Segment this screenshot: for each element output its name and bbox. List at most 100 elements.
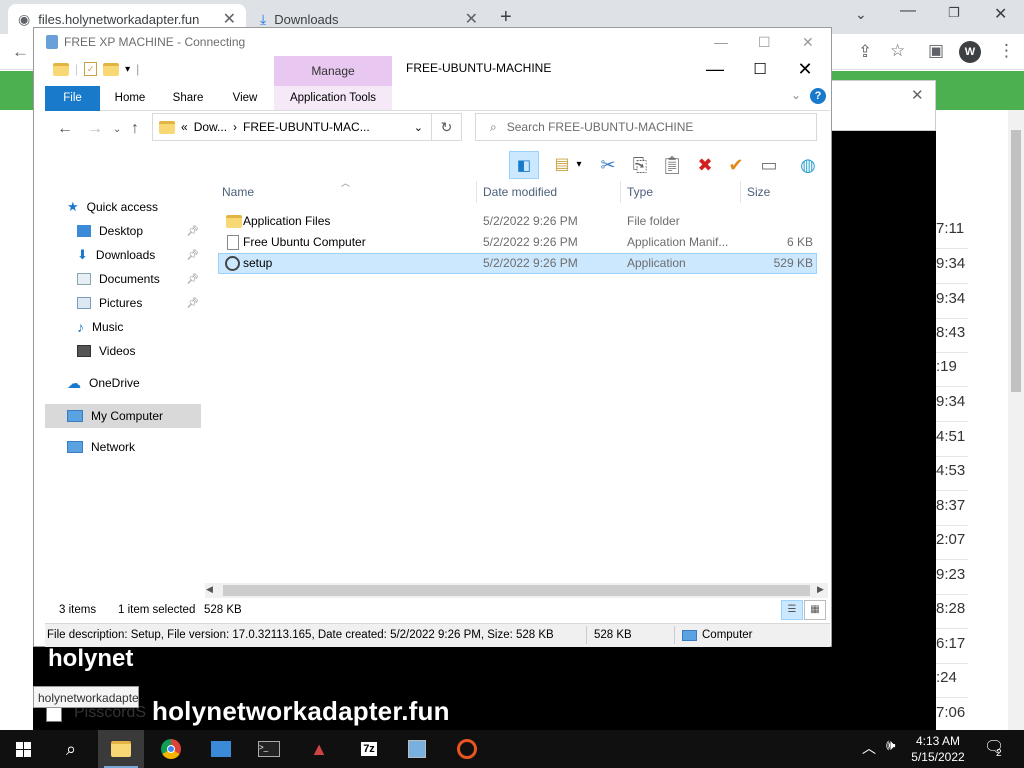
up-arrow-icon[interactable]: ↑ (131, 120, 139, 138)
nav-desktop[interactable]: Desktop 📌︎ (77, 220, 199, 242)
brand-small: holynet (48, 645, 134, 672)
paste-icon[interactable]: 📋︎ (657, 151, 687, 179)
minimize-icon[interactable]: — (900, 2, 916, 20)
forward-arrow-icon[interactable]: → (87, 120, 103, 138)
nav-pictures[interactable]: Pictures 📌︎ (77, 292, 199, 314)
ubuntu-icon[interactable] (444, 730, 490, 768)
preview-pane-icon[interactable]: ◧ (509, 151, 539, 179)
app-taskbar-icon[interactable] (394, 730, 440, 768)
column-size[interactable]: Size (747, 185, 770, 199)
column-name[interactable]: Name (222, 185, 254, 199)
share-icon[interactable]: ⇪ (858, 42, 872, 62)
new-tab-button[interactable]: + (500, 6, 512, 29)
nav-network[interactable]: Network (67, 436, 135, 458)
breadcrumb-overflow[interactable]: « (181, 120, 188, 134)
star-icon: ★ (67, 199, 79, 214)
chrome-icon[interactable] (148, 730, 194, 768)
search-input[interactable]: ⌕ Search FREE-UBUNTU-MACHINE (475, 113, 817, 141)
nav-onedrive[interactable]: ☁ OneDrive (67, 372, 140, 394)
close-icon[interactable]: ✕ (465, 9, 478, 29)
tab-file[interactable]: File (45, 86, 100, 111)
column-date-modified[interactable]: Date modified (483, 185, 557, 199)
column-divider[interactable] (620, 181, 621, 203)
properties-icon[interactable]: ✓ (84, 62, 98, 76)
tab-home[interactable]: Home (105, 86, 155, 111)
large-icons-view-icon[interactable]: ▦ (804, 600, 826, 620)
pin-icon[interactable]: 📌︎ (186, 250, 199, 261)
side-panel-icon[interactable]: ▣ (928, 41, 944, 61)
checkmark-icon[interactable]: ✔ (721, 151, 751, 179)
cut-icon[interactable]: ✂ (593, 151, 623, 179)
search-icon[interactable]: ⌕ (48, 730, 94, 768)
rename-icon[interactable]: ▭ (754, 151, 784, 179)
row-divider (936, 663, 968, 664)
new-folder-icon[interactable] (103, 62, 120, 76)
breadcrumb-item[interactable]: Dow... (194, 120, 227, 134)
breadcrumb-item[interactable]: FREE-UBUNTU-MAC... (243, 120, 370, 134)
column-divider[interactable] (740, 181, 741, 203)
row-divider (936, 628, 968, 629)
close-window-icon[interactable]: ✕ (994, 4, 1007, 24)
copy-icon[interactable]: ⎘ (625, 151, 655, 179)
minimize-icon[interactable]: — (705, 59, 725, 80)
scroll-left-icon[interactable]: ◀ (206, 584, 213, 595)
row-divider (936, 525, 968, 526)
nav-music[interactable]: ♪ Music (77, 316, 123, 338)
page-scroll-thumb[interactable] (1011, 130, 1021, 392)
tab-application-tools[interactable]: Application Tools (274, 86, 392, 111)
cmd-icon[interactable]: >_ (246, 730, 292, 768)
back-arrow-icon[interactable]: ← (57, 120, 73, 138)
7zip-icon[interactable]: 7z (346, 730, 392, 768)
dropdown-icon[interactable]: ▾ (571, 151, 587, 179)
profile-avatar[interactable]: W (959, 41, 981, 63)
recent-locations-icon[interactable]: ⌄ (113, 124, 121, 135)
row-checkbox[interactable] (46, 706, 62, 722)
pin-icon[interactable]: 📌︎ (186, 274, 199, 285)
file-row[interactable]: Application Files 5/2/2022 9:26 PM File … (218, 211, 817, 232)
rdp-minimize-icon[interactable]: — (714, 34, 728, 50)
nav-videos[interactable]: Videos (77, 340, 135, 362)
restore-icon[interactable]: ❐ (948, 5, 960, 21)
refresh-icon[interactable]: ↻ (432, 113, 462, 141)
pin-icon[interactable]: 📌︎ (186, 298, 199, 309)
file-explorer-taskbar-icon[interactable] (98, 730, 144, 768)
file-row-selected[interactable]: setup 5/2/2022 9:26 PM Application 529 K… (218, 253, 817, 274)
rdp-close-icon[interactable]: ✕ (802, 34, 814, 51)
customize-qat-icon[interactable]: ▾ (125, 64, 130, 75)
close-icon[interactable]: ✕ (223, 9, 236, 29)
close-icon[interactable]: ✕ (795, 59, 815, 80)
app-taskbar-icon[interactable] (198, 730, 244, 768)
nav-quick-access[interactable]: ★ Quick access (67, 196, 158, 218)
menu-dots-icon[interactable]: ⋮ (998, 41, 1015, 61)
maximize-icon[interactable]: ☐ (750, 60, 770, 78)
delete-icon[interactable]: ✖ (690, 151, 720, 179)
chevron-down-icon[interactable]: ⌄ (414, 121, 423, 134)
ribbon-expand-icon[interactable]: ⌄ (791, 88, 801, 102)
close-icon[interactable]: ✕ (911, 86, 924, 104)
horizontal-scroll-thumb[interactable] (223, 585, 810, 596)
tab-share[interactable]: Share (163, 86, 213, 111)
app-taskbar-icon[interactable]: ▲ (296, 730, 342, 768)
globe-icon[interactable]: ◍ (793, 151, 823, 179)
address-bar[interactable]: « Dow... › FREE-UBUNTU-MAC... ⌄ (152, 113, 432, 141)
details-view-icon[interactable]: ☰ (781, 600, 803, 620)
rdp-maximize-icon[interactable]: ☐ (758, 34, 771, 51)
tab-search-icon[interactable]: ⌄ (855, 6, 867, 23)
nav-documents[interactable]: Documents 📌︎ (77, 268, 199, 290)
start-button[interactable] (0, 730, 46, 768)
column-type[interactable]: Type (627, 185, 653, 199)
tab-view[interactable]: View (220, 86, 270, 111)
scroll-right-icon[interactable]: ▶ (817, 584, 824, 595)
nav-downloads[interactable]: ⬇ Downloads 📌︎ (77, 244, 199, 266)
pin-icon[interactable]: 📌︎ (186, 226, 199, 237)
column-divider[interactable] (476, 181, 477, 203)
back-arrow-icon[interactable]: ← (12, 42, 29, 62)
help-icon[interactable]: ? (810, 88, 826, 104)
nav-my-computer[interactable]: My Computer (67, 405, 163, 427)
chevron-up-icon[interactable]: ︿ (862, 738, 876, 758)
manage-context-tab[interactable]: Manage (274, 56, 392, 86)
volume-icon[interactable]: 🕪︎ (886, 737, 895, 754)
clock[interactable]: 4:13 AM 5/15/2022 (906, 733, 970, 765)
file-row[interactable]: Free Ubuntu Computer 5/2/2022 9:26 PM Ap… (218, 232, 817, 253)
bookmark-star-icon[interactable]: ☆ (890, 41, 905, 61)
